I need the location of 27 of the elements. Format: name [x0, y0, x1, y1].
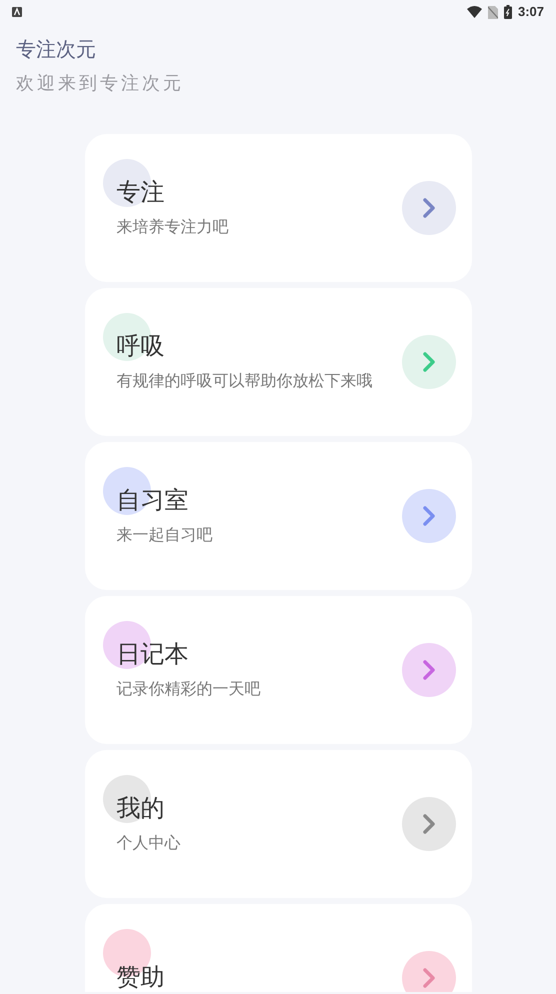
menu-card[interactable]: 日记本 记录你精彩的一天吧 [84, 596, 472, 744]
card-title: 日记本 [116, 640, 190, 668]
page-title: 专注次元 [16, 38, 97, 63]
card-subtitle: 个人中心 [116, 834, 180, 854]
card-subtitle: 有规律的呼吸可以帮助你放松下来哦 [116, 372, 372, 392]
card-title: 呼吸 [116, 332, 166, 360]
menu-card[interactable]: 我的 个人中心 [84, 750, 472, 898]
menu-card[interactable]: 呼吸 有规律的呼吸可以帮助你放松下来哦 [84, 288, 472, 436]
menu-card[interactable]: 自习室 来一起自习吧 [84, 442, 472, 590]
card-title: 我的 [116, 794, 166, 822]
card-subtitle: 记录你精彩的一天吧 [116, 680, 260, 700]
arrow-button[interactable] [402, 951, 456, 992]
card-title: 赞助 [116, 964, 164, 992]
menu-card[interactable]: 赞助 [84, 904, 472, 992]
card-subtitle: 来一起自习吧 [116, 526, 212, 546]
card-subtitle: 来培养专注力吧 [116, 218, 228, 238]
arrow-button[interactable] [402, 643, 456, 697]
no-sim-icon [488, 6, 498, 18]
arrow-button[interactable] [402, 489, 456, 543]
battery-icon [504, 5, 512, 19]
status-time: 3:07 [518, 3, 544, 22]
menu-card[interactable]: 专注 来培养专注力吧 [84, 134, 472, 282]
notification-icon [12, 7, 22, 17]
wifi-icon [466, 6, 482, 18]
card-title: 自习室 [116, 486, 190, 514]
card-title: 专注 [116, 178, 166, 206]
page-subtitle: 欢迎来到专注次元 [16, 72, 185, 95]
